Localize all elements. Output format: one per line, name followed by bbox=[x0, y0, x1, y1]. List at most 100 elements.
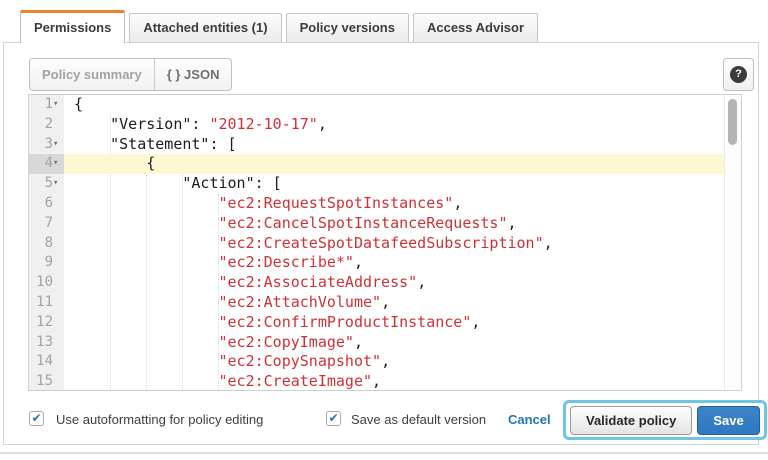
line-number: 4 bbox=[45, 155, 53, 171]
code-plain-token: , bbox=[381, 293, 390, 311]
gutter-line-11[interactable]: 11 bbox=[29, 293, 64, 313]
code-plain-token: , bbox=[417, 273, 426, 291]
gutter-line-12[interactable]: 12 bbox=[29, 313, 64, 333]
code-string-token: "ec2:CancelSpotInstanceRequests" bbox=[219, 214, 508, 232]
page-divider bbox=[0, 452, 768, 454]
line-number: 13 bbox=[36, 334, 53, 350]
line-number: 11 bbox=[36, 294, 53, 310]
line-number: 9 bbox=[45, 254, 53, 270]
code-string-token: "ec2:AssociateAddress" bbox=[219, 273, 418, 291]
gutter-line-13[interactable]: 13 bbox=[29, 333, 64, 353]
gutter-line-7[interactable]: 7 bbox=[29, 214, 64, 234]
view-toggle: Policy summary { } JSON bbox=[29, 58, 232, 91]
code-line-11[interactable]: "ec2:AttachVolume", bbox=[64, 293, 724, 313]
fold-toggle-icon[interactable]: ▾ bbox=[53, 135, 63, 155]
gutter-line-2[interactable]: 2 bbox=[29, 115, 64, 135]
gutter-line-6[interactable]: 6 bbox=[29, 194, 64, 214]
code-line-8[interactable]: "ec2:CreateSpotDatafeedSubscription", bbox=[64, 234, 724, 254]
gutter-line-8[interactable]: 8 bbox=[29, 234, 64, 254]
gutter-line-15[interactable]: 15 bbox=[29, 372, 64, 391]
policy-json-editor: 1▾23▾4▾5▾6789101112131415 { "Version": "… bbox=[28, 94, 742, 391]
code-plain-token bbox=[74, 253, 219, 271]
code-string-token: "ec2:CreateImage" bbox=[219, 372, 373, 390]
line-number: 10 bbox=[36, 274, 53, 290]
autoformat-checkbox[interactable]: ✔ bbox=[29, 411, 44, 426]
code-string-token: "ec2:CopySnapshot" bbox=[219, 352, 382, 370]
gutter-line-5[interactable]: 5▾ bbox=[29, 174, 64, 194]
gutter-line-3[interactable]: 3▾ bbox=[29, 135, 64, 155]
save-button-group: Validate policy Save bbox=[563, 400, 767, 440]
code-plain-token: , bbox=[453, 194, 462, 212]
code-plain-token: , bbox=[507, 214, 516, 232]
default-version-label: Save as default version bbox=[351, 412, 486, 427]
code-plain-token: , bbox=[544, 234, 553, 252]
code-line-15[interactable]: "ec2:CreateImage", bbox=[64, 372, 724, 390]
code-line-2[interactable]: "Version": "2012-10-17", bbox=[64, 115, 724, 135]
code-string-token: "ec2:AttachVolume" bbox=[219, 293, 382, 311]
code-plain-token bbox=[74, 352, 219, 370]
scrollbar-thumb[interactable] bbox=[728, 99, 737, 145]
code-plain-token bbox=[74, 293, 219, 311]
code-line-12[interactable]: "ec2:ConfirmProductInstance", bbox=[64, 313, 724, 333]
code-line-5[interactable]: "Action": [ bbox=[64, 174, 724, 194]
fold-toggle-icon[interactable]: ▾ bbox=[53, 154, 63, 174]
tab-policy-versions[interactable]: Policy versions bbox=[286, 13, 409, 42]
code-line-13[interactable]: "ec2:CopyImage", bbox=[64, 333, 724, 353]
save-button[interactable]: Save bbox=[697, 406, 759, 435]
code-line-3[interactable]: "Statement": [ bbox=[64, 135, 724, 155]
code-plain-token bbox=[74, 372, 219, 390]
policy-summary-button[interactable]: Policy summary bbox=[30, 59, 155, 90]
line-number: 15 bbox=[36, 373, 53, 389]
help-button[interactable]: ? bbox=[723, 58, 754, 91]
editor-gutter: 1▾23▾4▾5▾6789101112131415 bbox=[29, 95, 64, 390]
code-string-token: "ec2:CopyImage" bbox=[219, 333, 354, 351]
autoformat-label: Use autoformatting for policy editing bbox=[56, 412, 263, 427]
code-line-9[interactable]: "ec2:Describe*", bbox=[64, 253, 724, 273]
line-number: 12 bbox=[36, 314, 53, 330]
validate-policy-button[interactable]: Validate policy bbox=[570, 406, 692, 435]
code-line-6[interactable]: "ec2:RequestSpotInstances", bbox=[64, 194, 724, 214]
code-line-1[interactable]: { bbox=[64, 95, 724, 115]
tab-access-advisor[interactable]: Access Advisor bbox=[413, 13, 538, 42]
gutter-line-4[interactable]: 4▾ bbox=[29, 154, 64, 174]
line-number: 6 bbox=[45, 195, 53, 211]
code-string-token: "ec2:ConfirmProductInstance" bbox=[219, 313, 472, 331]
code-plain-token bbox=[74, 194, 219, 212]
line-number: 3 bbox=[45, 136, 53, 152]
code-plain-token: , bbox=[354, 333, 363, 351]
cancel-link[interactable]: Cancel bbox=[508, 412, 551, 427]
code-plain-token bbox=[74, 214, 219, 232]
code-string-token: "ec2:CreateSpotDatafeedSubscription" bbox=[219, 234, 544, 252]
code-line-7[interactable]: "ec2:CancelSpotInstanceRequests", bbox=[64, 214, 724, 234]
code-string-token: "ec2:Describe*" bbox=[219, 253, 354, 271]
json-button[interactable]: { } JSON bbox=[155, 59, 232, 90]
code-plain-token bbox=[74, 333, 219, 351]
tab-permissions[interactable]: Permissions bbox=[20, 10, 125, 43]
code-plain-token: , bbox=[471, 313, 480, 331]
code-plain-token: { bbox=[74, 154, 155, 172]
gutter-line-10[interactable]: 10 bbox=[29, 273, 64, 293]
line-number: 2 bbox=[45, 116, 53, 132]
gutter-line-9[interactable]: 9 bbox=[29, 253, 64, 273]
code-plain-token: , bbox=[354, 253, 363, 271]
code-line-4[interactable]: { bbox=[64, 154, 724, 174]
code-plain-token: "Action": [ bbox=[74, 174, 282, 192]
code-plain-token: { bbox=[74, 95, 83, 113]
gutter-line-1[interactable]: 1▾ bbox=[29, 95, 64, 115]
code-plain-token bbox=[74, 313, 219, 331]
fold-toggle-icon[interactable]: ▾ bbox=[53, 95, 63, 115]
code-plain-token: "Version": bbox=[74, 115, 209, 133]
code-line-14[interactable]: "ec2:CopySnapshot", bbox=[64, 352, 724, 372]
code-plain-token: , bbox=[381, 352, 390, 370]
code-line-10[interactable]: "ec2:AssociateAddress", bbox=[64, 273, 724, 293]
tab-bar: PermissionsAttached entities (1)Policy v… bbox=[20, 10, 538, 43]
gutter-line-14[interactable]: 14 bbox=[29, 352, 64, 372]
code-plain-token bbox=[74, 234, 219, 252]
editor-scrollbar[interactable] bbox=[724, 95, 741, 390]
tab-attached-entities[interactable]: Attached entities (1) bbox=[129, 13, 281, 42]
fold-toggle-icon[interactable]: ▾ bbox=[53, 174, 63, 194]
question-icon: ? bbox=[730, 66, 747, 83]
code-string-token: "ec2:RequestSpotInstances" bbox=[219, 194, 454, 212]
editor-code-area[interactable]: { "Version": "2012-10-17", "Statement": … bbox=[64, 95, 724, 390]
default-version-checkbox[interactable]: ✔ bbox=[326, 411, 341, 426]
